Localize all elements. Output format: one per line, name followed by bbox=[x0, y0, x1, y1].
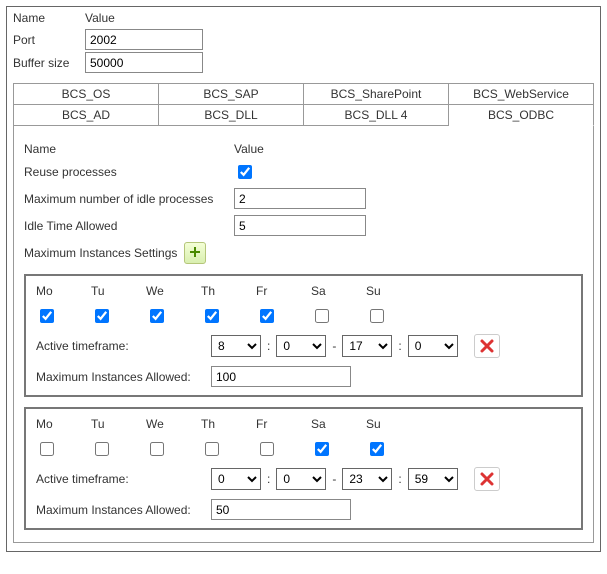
buffer-size-label: Buffer size bbox=[13, 56, 85, 70]
port-label: Port bbox=[13, 33, 85, 47]
to-hour-select[interactable]: 17 bbox=[342, 335, 392, 357]
day-label: Th bbox=[201, 417, 256, 431]
day-label: Tu bbox=[91, 284, 146, 298]
to-hour-select[interactable]: 23 bbox=[342, 468, 392, 490]
panel-value-label: Value bbox=[234, 142, 264, 156]
from-minute-select[interactable]: 0 bbox=[276, 335, 326, 357]
panel-name-label: Name bbox=[24, 142, 234, 156]
day-label: Sa bbox=[311, 417, 366, 431]
day-checkbox-su[interactable] bbox=[370, 309, 384, 323]
tab-bcs-dll[interactable]: BCS_DLL bbox=[159, 104, 304, 126]
day-checkbox-we[interactable] bbox=[150, 309, 164, 323]
day-label: Su bbox=[366, 284, 421, 298]
max-instances-allowed-label: Maximum Instances Allowed: bbox=[36, 370, 211, 384]
from-hour-select[interactable]: 8 bbox=[211, 335, 261, 357]
buffer-size-input[interactable] bbox=[85, 52, 203, 73]
tab-bcs-odbc[interactable]: BCS_ODBC bbox=[449, 104, 594, 126]
active-timeframe-label: Active timeframe: bbox=[36, 472, 211, 486]
header-name-label: Name bbox=[13, 11, 85, 25]
close-icon bbox=[479, 471, 495, 487]
from-minute-select[interactable]: 0 bbox=[276, 468, 326, 490]
to-minute-select[interactable]: 59 bbox=[408, 468, 458, 490]
day-label: Fr bbox=[256, 284, 311, 298]
day-checkbox-sa[interactable] bbox=[315, 309, 329, 323]
day-label: Su bbox=[366, 417, 421, 431]
day-checkbox-th[interactable] bbox=[205, 309, 219, 323]
time-dash: - bbox=[332, 339, 336, 353]
reuse-processes-checkbox[interactable] bbox=[238, 165, 252, 179]
day-checkbox-sa[interactable] bbox=[315, 442, 329, 456]
idle-time-input[interactable] bbox=[234, 215, 366, 236]
config-panel: Name Value Port Buffer size BCS_OSBCS_SA… bbox=[6, 6, 601, 552]
plus-icon bbox=[189, 245, 201, 261]
day-label: We bbox=[146, 417, 201, 431]
day-checkbox-fr[interactable] bbox=[260, 309, 274, 323]
port-input[interactable] bbox=[85, 29, 203, 50]
tab-bcs-os[interactable]: BCS_OS bbox=[13, 83, 159, 104]
day-label: Th bbox=[201, 284, 256, 298]
day-label: Mo bbox=[36, 417, 91, 431]
day-checkbox-su[interactable] bbox=[370, 442, 384, 456]
header-value-label: Value bbox=[85, 11, 115, 25]
tab-bcs-ad[interactable]: BCS_AD bbox=[13, 104, 159, 126]
delete-slot-button[interactable] bbox=[474, 334, 500, 358]
day-label: We bbox=[146, 284, 201, 298]
time-colon: : bbox=[398, 472, 401, 486]
close-icon bbox=[479, 338, 495, 354]
tab-bcs-dll-4[interactable]: BCS_DLL 4 bbox=[304, 104, 449, 126]
max-idle-input[interactable] bbox=[234, 188, 366, 209]
day-checkbox-mo[interactable] bbox=[40, 309, 54, 323]
time-colon: : bbox=[398, 339, 401, 353]
time-colon: : bbox=[267, 339, 270, 353]
to-minute-select[interactable]: 0 bbox=[408, 335, 458, 357]
day-checkbox-we[interactable] bbox=[150, 442, 164, 456]
day-label: Fr bbox=[256, 417, 311, 431]
add-slot-button[interactable] bbox=[184, 242, 206, 264]
reuse-processes-label: Reuse processes bbox=[24, 165, 234, 179]
day-label: Tu bbox=[91, 417, 146, 431]
day-checkbox-mo[interactable] bbox=[40, 442, 54, 456]
from-hour-select[interactable]: 0 bbox=[211, 468, 261, 490]
tab-bcs-sap[interactable]: BCS_SAP bbox=[159, 83, 304, 104]
active-timeframe-label: Active timeframe: bbox=[36, 339, 211, 353]
max-instances-allowed-label: Maximum Instances Allowed: bbox=[36, 503, 211, 517]
tabs: BCS_OSBCS_SAPBCS_SharePointBCS_WebServic… bbox=[13, 83, 594, 543]
delete-slot-button[interactable] bbox=[474, 467, 500, 491]
day-label: Sa bbox=[311, 284, 366, 298]
day-label: Mo bbox=[36, 284, 91, 298]
max-instances-input[interactable] bbox=[211, 366, 351, 387]
timeframe-slot: MoTuWeThFrSaSuActive timeframe:8:0-17:0M… bbox=[24, 274, 583, 397]
max-instances-input[interactable] bbox=[211, 499, 351, 520]
max-instances-settings-label: Maximum Instances Settings bbox=[24, 246, 184, 260]
day-checkbox-fr[interactable] bbox=[260, 442, 274, 456]
day-checkbox-tu[interactable] bbox=[95, 309, 109, 323]
header-labels: Name Value bbox=[13, 11, 594, 25]
day-checkbox-th[interactable] bbox=[205, 442, 219, 456]
idle-time-label: Idle Time Allowed bbox=[24, 219, 234, 233]
tab-bcs-sharepoint[interactable]: BCS_SharePoint bbox=[304, 83, 449, 104]
tab-panel-odbc: Name Value Reuse processes Maximum numbe… bbox=[13, 126, 594, 543]
day-checkbox-tu[interactable] bbox=[95, 442, 109, 456]
time-dash: - bbox=[332, 472, 336, 486]
max-idle-label: Maximum number of idle processes bbox=[24, 192, 234, 206]
timeframe-slot: MoTuWeThFrSaSuActive timeframe:0:0-23:59… bbox=[24, 407, 583, 530]
tab-bcs-webservice[interactable]: BCS_WebService bbox=[449, 83, 594, 104]
time-colon: : bbox=[267, 472, 270, 486]
